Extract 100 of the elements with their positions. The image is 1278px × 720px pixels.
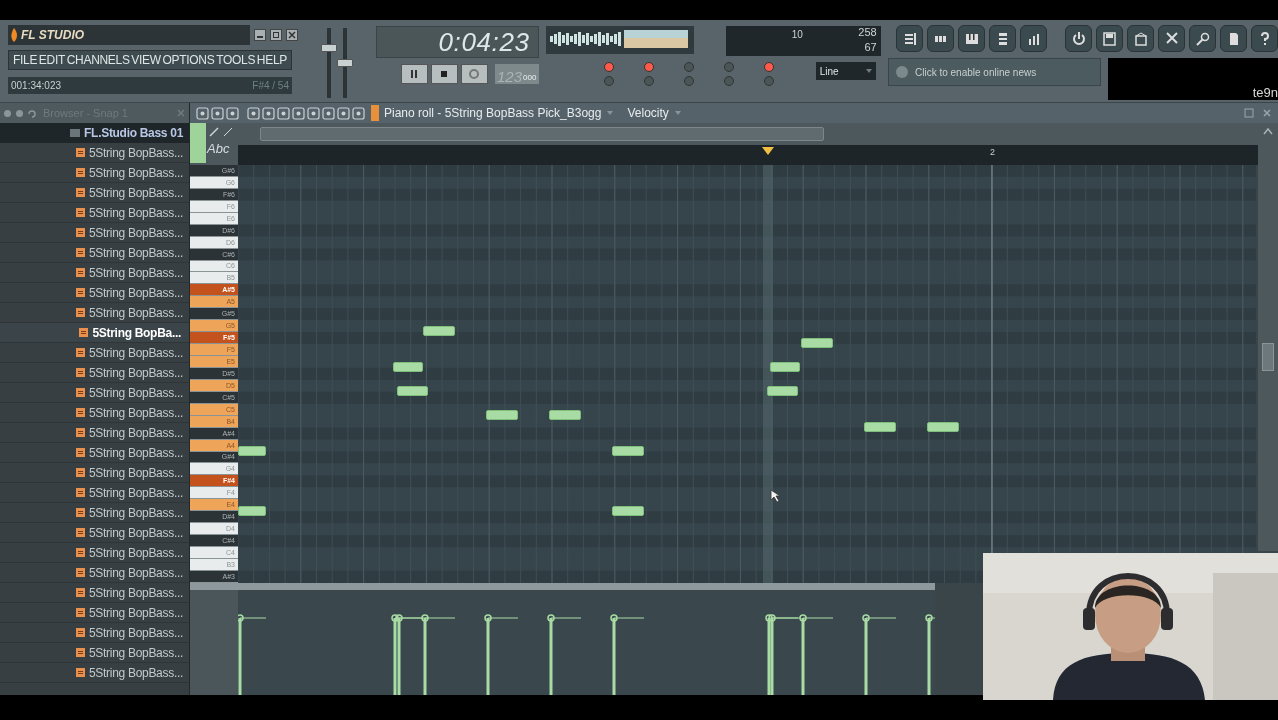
- item-label: 5String BopBass...: [89, 484, 183, 502]
- hint-text: 001:34:023: [11, 79, 62, 93]
- browser-item[interactable]: 5String BopBass...: [0, 483, 189, 503]
- browser-item[interactable]: 5String BopBass...: [0, 383, 189, 403]
- restore-button[interactable]: [270, 29, 282, 41]
- switch-light[interactable]: [683, 62, 694, 72]
- sample-file-icon: [76, 608, 85, 617]
- browser-item[interactable]: 5String BopBass...: [0, 403, 189, 423]
- piano-button[interactable]: [958, 25, 985, 52]
- slider-thumb[interactable]: [320, 43, 337, 52]
- browser-item[interactable]: 5String BopBass...: [0, 143, 189, 163]
- mouse-pointer-icon: [770, 489, 782, 503]
- scroll-up-icon[interactable]: [1263, 127, 1273, 135]
- velocity-stem[interactable]: [547, 614, 582, 695]
- step-sequencer-button[interactable]: [927, 25, 954, 52]
- bar-meter-button[interactable]: [1020, 25, 1047, 52]
- menu-item[interactable]: OPTIONS: [162, 54, 215, 66]
- browser-item[interactable]: 5String BopBass...: [0, 463, 189, 483]
- playlist-button[interactable]: [896, 25, 923, 52]
- browser-item[interactable]: 5String BopBass...: [0, 223, 189, 243]
- velocity-stem[interactable]: [925, 614, 935, 695]
- velocity-stem[interactable]: [610, 614, 645, 695]
- color-strip: [190, 123, 206, 163]
- browser-item[interactable]: 5String BopBass...: [0, 443, 189, 463]
- page-button[interactable]: [1220, 25, 1247, 52]
- browser-item[interactable]: 5String BopBass...: [0, 343, 189, 363]
- slider-thumb[interactable]: [336, 59, 353, 67]
- minimize-button[interactable]: [254, 29, 266, 41]
- switch-light[interactable]: [603, 62, 614, 72]
- mixer-button[interactable]: [989, 25, 1016, 52]
- bar-number: 2: [990, 148, 995, 157]
- sample-file-icon: [76, 668, 85, 677]
- switch-light[interactable]: [683, 76, 694, 86]
- restore-icon: [272, 31, 280, 39]
- menu-item[interactable]: TOOLS: [216, 54, 256, 66]
- browser-item[interactable]: 5String BopBass...: [0, 203, 189, 223]
- menu-item[interactable]: VIEW: [131, 54, 161, 66]
- folder-row[interactable]: FL.Studio Bass 01: [0, 123, 189, 143]
- browser-item[interactable]: 5String BopBa...: [0, 323, 189, 343]
- target-dropdown[interactable]: Velocity: [627, 104, 669, 122]
- fruit-logo-icon: [10, 28, 18, 42]
- browser-item[interactable]: 5String BopBass...: [0, 283, 189, 303]
- browser-item[interactable]: 5String BopBass...: [0, 523, 189, 543]
- browser-item[interactable]: 5String BopBass...: [0, 183, 189, 203]
- menu-item[interactable]: FILE: [13, 54, 38, 66]
- record-button[interactable]: [460, 64, 488, 84]
- switch-light[interactable]: [723, 62, 734, 72]
- save-button[interactable]: [1096, 25, 1123, 52]
- power-icon: [1070, 30, 1087, 47]
- scrollbar-thumb[interactable]: [1262, 343, 1274, 371]
- help-button[interactable]: [1251, 25, 1278, 52]
- browser-item[interactable]: 5String BopBass...: [0, 623, 189, 643]
- browser-item[interactable]: 5String BopBass...: [0, 243, 189, 263]
- sample-file-icon: [76, 368, 85, 377]
- velocity-stem[interactable]: [238, 614, 267, 695]
- browser-item[interactable]: 5String BopBass...: [0, 563, 189, 583]
- power-button[interactable]: [1065, 25, 1092, 52]
- browser-item[interactable]: 5String BopBass...: [0, 543, 189, 563]
- sample-file-icon: [76, 448, 85, 457]
- velocity-stem[interactable]: [484, 614, 519, 695]
- browser-item[interactable]: 5String BopBass...: [0, 363, 189, 383]
- record-icon: [467, 67, 482, 81]
- line-icon[interactable]: [222, 126, 234, 138]
- item-label: 5String BopBass...: [89, 524, 183, 542]
- sample-file-icon: [76, 568, 85, 577]
- switch-light[interactable]: [643, 76, 654, 86]
- close-icon: [176, 108, 186, 118]
- sample-file-icon: [76, 408, 85, 417]
- velocity-stem[interactable]: [421, 614, 456, 695]
- switch-light[interactable]: [763, 62, 774, 72]
- restore-icon: [1244, 108, 1254, 118]
- browser-item[interactable]: 5String BopBass...: [0, 503, 189, 523]
- menu-item[interactable]: CHANNELS: [66, 54, 130, 66]
- browser-item[interactable]: 5String BopBass...: [0, 423, 189, 443]
- velocity-stem[interactable]: [862, 614, 897, 695]
- browser-item[interactable]: 5String BopBass...: [0, 163, 189, 183]
- velocity-stem[interactable]: [799, 614, 834, 695]
- close-button[interactable]: [286, 29, 298, 41]
- browser-item[interactable]: 5String BopBass...: [0, 583, 189, 603]
- pause-button[interactable]: [400, 64, 428, 84]
- switch-light[interactable]: [603, 76, 614, 86]
- item-label: 5String BopBass...: [89, 224, 183, 242]
- browser-item[interactable]: 5String BopBass...: [0, 603, 189, 623]
- dot-icon: [3, 108, 12, 118]
- pencil-icon[interactable]: [208, 126, 220, 138]
- news-bar[interactable]: Click to enable online news: [888, 58, 1101, 86]
- browser-item[interactable]: 5String BopBass...: [0, 263, 189, 283]
- browser-item[interactable]: 5String BopBass...: [0, 643, 189, 663]
- stop-button[interactable]: [430, 64, 458, 84]
- scrollbar-thumb[interactable]: [260, 127, 824, 141]
- sample-file-icon: [76, 428, 85, 437]
- switch-light[interactable]: [723, 76, 734, 86]
- switch-light[interactable]: [643, 62, 654, 72]
- app-logo: FL STUDIO: [21, 29, 85, 41]
- menu-item[interactable]: HELP: [256, 54, 287, 66]
- menu-item[interactable]: EDIT: [38, 54, 65, 66]
- snap-dropdown[interactable]: Line: [815, 62, 876, 80]
- browser-item[interactable]: 5String BopBass...: [0, 663, 189, 683]
- playhead-marker-icon[interactable]: [762, 147, 774, 155]
- switch-light[interactable]: [763, 76, 774, 86]
